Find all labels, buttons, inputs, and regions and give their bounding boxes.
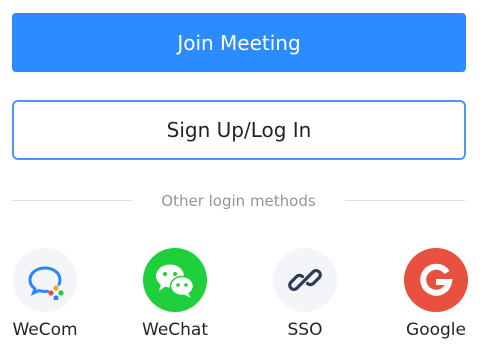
join-meeting-button[interactable]: Join Meeting xyxy=(12,13,466,72)
link-icon xyxy=(273,248,337,312)
join-meeting-label: Join Meeting xyxy=(177,30,301,55)
sso-label: SSO xyxy=(287,320,323,340)
wechat-icon xyxy=(143,248,207,312)
wecom-icon xyxy=(13,248,77,312)
wecom-login-option[interactable]: WeCom xyxy=(0,248,95,348)
sign-up-log-in-button[interactable]: Sign Up/Log In xyxy=(12,100,466,160)
wecom-label: WeCom xyxy=(12,320,78,340)
sign-up-log-in-label: Sign Up/Log In xyxy=(166,118,312,142)
google-icon xyxy=(404,248,468,312)
sso-login-option[interactable]: SSO xyxy=(255,248,355,348)
divider-right xyxy=(345,200,465,201)
wechat-login-option[interactable]: WeChat xyxy=(125,248,225,348)
other-login-methods-label: Other login methods xyxy=(161,192,316,210)
divider-left xyxy=(12,200,132,201)
google-label: Google xyxy=(406,320,466,340)
wechat-label: WeChat xyxy=(142,320,208,340)
google-login-option[interactable]: Google xyxy=(386,248,486,348)
